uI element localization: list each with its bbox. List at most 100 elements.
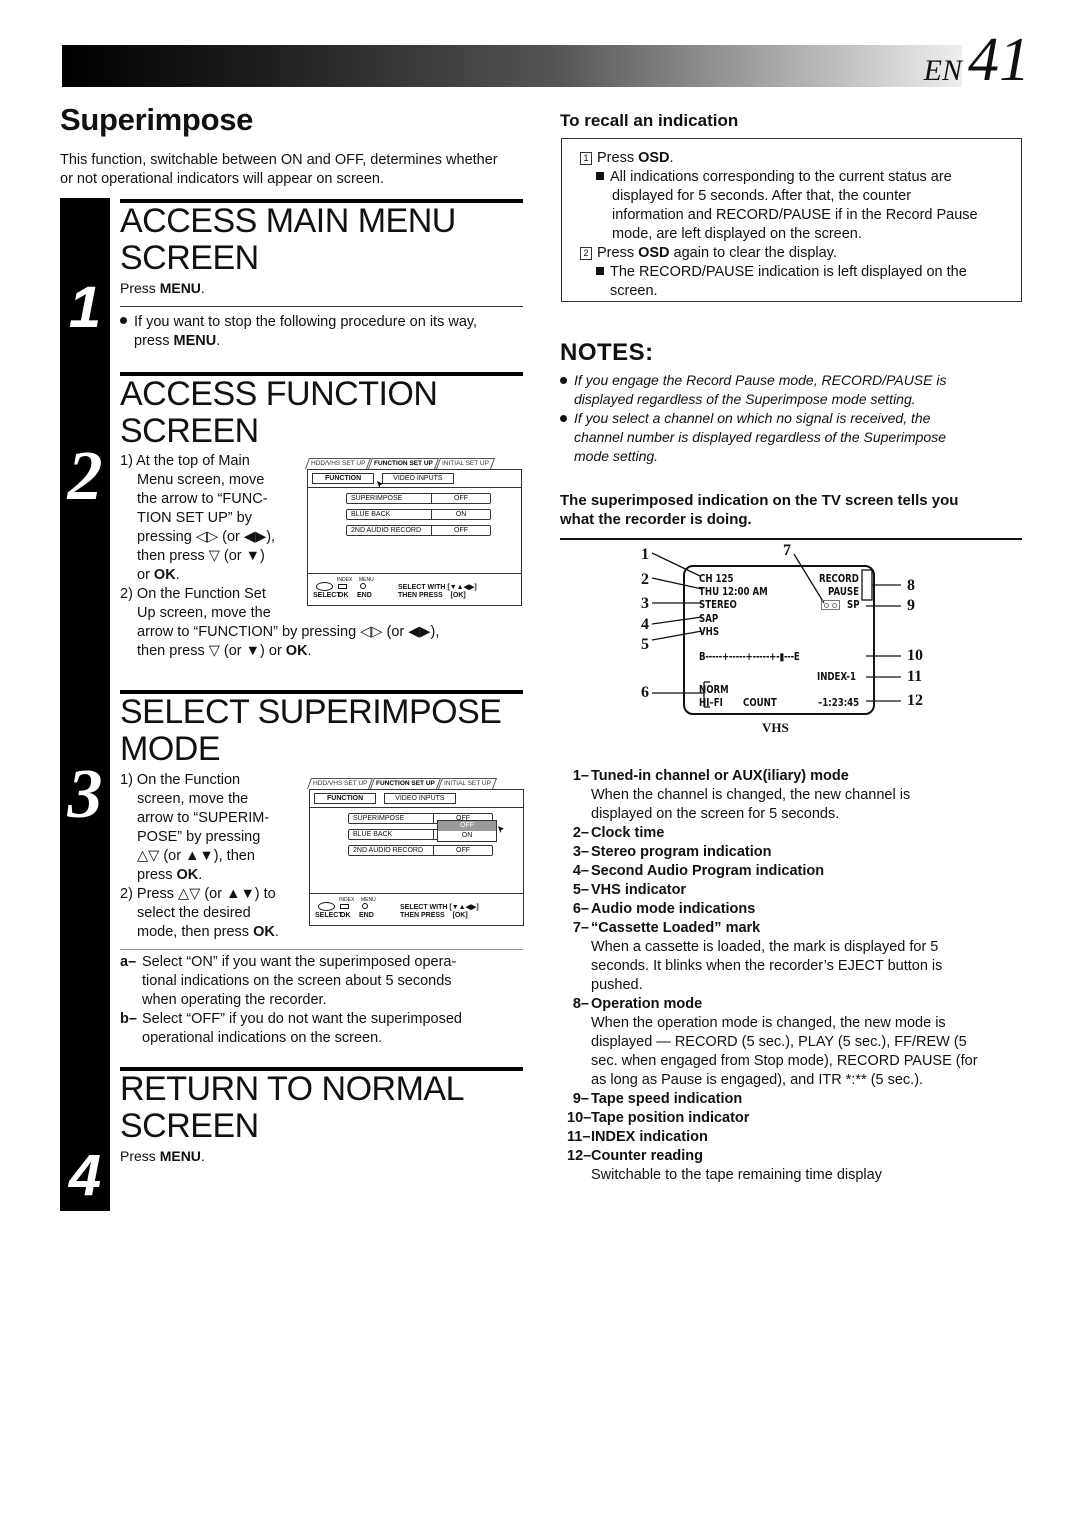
subtab-video-inputs[interactable]: VIDEO INPUTS [384, 793, 456, 804]
legend-item: 4– Second Audio Program indication [567, 862, 1022, 881]
cursor-arrow-icon [498, 826, 504, 833]
square-bullet-icon [596, 267, 604, 275]
tv-audio-hifi: HI–FI [699, 697, 723, 709]
instruction-text: . [200, 280, 205, 296]
step-instruction: Press MENU. [120, 1147, 205, 1166]
menu-row-2nd-audio-record[interactable]: 2ND AUDIO RECORD OFF [346, 525, 491, 536]
option-text: tional indications on the screen about 5… [142, 973, 452, 989]
instruction-text: then press ▽ (or ▼) or [137, 643, 286, 659]
tv-count-label: COUNT [743, 697, 777, 709]
legend-title: Tuned-in channel or AUX(iliary) mode [591, 768, 849, 784]
instruction-text: or [137, 567, 154, 583]
tv-tape-position-bar: B-----+-----+-----+-▮---E [699, 651, 800, 663]
function-setup-menu-screen: HDD/VHS SET UP FUNCTION SET UP INITIAL S… [304, 458, 522, 608]
legend-number: 2– [572, 825, 589, 841]
instruction-line: POSE” by pressing [137, 829, 261, 845]
legend-item: 3– Stereo program indication [567, 843, 1022, 862]
option-a: a– Select “ON” if you want the superimpo… [120, 953, 520, 1010]
callout-7: 7 [783, 542, 791, 559]
key-label: OK [176, 867, 199, 883]
tab-hdd-vhs-setup[interactable]: HDD/VHS SET UP [304, 458, 372, 469]
footer-end: END [359, 912, 374, 919]
legend-number: 7– [572, 920, 589, 936]
tv-vhs: VHS [699, 626, 720, 638]
tv-sap: SAP [699, 613, 719, 625]
menu-row-2nd-audio-record[interactable]: 2ND AUDIO RECORD OFF [348, 845, 493, 856]
superimpose-dropdown[interactable]: OFF ON [437, 820, 497, 842]
legend-description: When the channel is changed, the new cha… [591, 787, 911, 803]
menu-divider [310, 807, 523, 808]
menu-row-blue-back[interactable]: BLUE BACK ON [346, 509, 491, 520]
menu-row-superimpose[interactable]: SUPERIMPOSE OFF [346, 493, 491, 504]
footer-then-press: THEN PRESS [OK] [400, 912, 468, 919]
row-label: BLUE BACK [347, 510, 432, 519]
legend-description: sec. when engaged from Stop mode), RECOR… [591, 1053, 978, 1069]
menu-divider [308, 487, 521, 488]
tab-initial-setup[interactable]: INITIAL SET UP [436, 458, 496, 469]
legend-title: Stereo program indication [591, 844, 772, 860]
note-text: channel number is displayed regardless o… [574, 429, 946, 445]
key-label: OK [253, 924, 275, 940]
legend-description: as long as Pause is engaged), and ITR *:… [591, 1072, 924, 1088]
legend-item: 12– Counter reading Switchable to the tape… [567, 1147, 1022, 1185]
legend-title: Tape speed indication [591, 1091, 743, 1107]
legend-title: “Cassette Loaded” mark [591, 920, 761, 936]
subtab-video-inputs[interactable]: VIDEO INPUTS [382, 473, 454, 484]
step-instruction: Press MENU. [120, 279, 205, 298]
dropdown-option-on[interactable]: ON [438, 831, 496, 841]
dropdown-option-off[interactable]: OFF [438, 821, 496, 831]
legend-item: 8– Operation mode When the operation mode … [567, 995, 1022, 1090]
step-title-line: SCREEN [120, 412, 259, 450]
recall-text: Press [597, 150, 639, 166]
tv-diagram-caption: VHS [762, 720, 789, 735]
instruction-line: 2) Press △▽ (or ▲▼) to [120, 886, 276, 902]
instruction-line: 1) On the Function [120, 772, 241, 788]
key-label: OK [285, 643, 308, 659]
footer-ok: OK [340, 912, 351, 919]
bullet-icon [560, 377, 567, 384]
joystick-icon [318, 902, 335, 911]
row-label: 2ND AUDIO RECORD [349, 846, 434, 855]
note-text: displayed regardless of the Superimpose … [574, 391, 916, 407]
subtab-function[interactable]: FUNCTION [312, 473, 375, 484]
legend-item: 5– VHS indicator [567, 881, 1022, 900]
step-title: ACCESS MAIN MENU SCREEN [120, 203, 456, 277]
legend-number: 12– [567, 1148, 592, 1164]
legend-item: 11– INDEX indication [567, 1128, 1022, 1147]
legend-description: pushed. [591, 977, 643, 993]
legend-number: 8– [572, 996, 589, 1012]
instruction-text: press [137, 867, 177, 883]
header-gradient-bar [62, 45, 962, 87]
tv-stereo: STEREO [699, 599, 737, 611]
legend-item: 6– Audio mode indications [567, 900, 1022, 919]
note-text: displayed for 5 seconds. After that, the… [612, 188, 912, 204]
legend-number: 3– [572, 844, 589, 860]
recall-section-title: To recall an indication [560, 111, 739, 130]
footer-index-label: INDEX [337, 577, 353, 583]
tab-function-setup[interactable]: FUNCTION SET UP [370, 778, 442, 789]
step-subdivider [120, 306, 523, 307]
legend-number: 5– [572, 882, 589, 898]
tv-index: INDEX-1 [817, 671, 856, 683]
step-subdivider [120, 949, 523, 950]
step-note: If you want to stop the following proced… [120, 313, 515, 351]
legend-description: Switchable to the tape remaining time di… [591, 1167, 882, 1183]
menu-tabs: HDD/VHS SET UP FUNCTION SET UP INITIAL S… [306, 778, 498, 789]
bullet-icon [120, 317, 127, 324]
footer-select: SELECT [315, 912, 343, 919]
callout-11: 11 [907, 668, 923, 685]
notes-list: If you engage the Record Pause mode, REC… [560, 371, 1025, 466]
note-paragraph: The RECORD/PAUSE indication is left disp… [596, 263, 1020, 282]
subtab-function[interactable]: FUNCTION [314, 793, 377, 804]
legend-title: Audio mode indications [591, 901, 756, 917]
option-text: Select “ON” if you want the superimposed… [142, 954, 457, 970]
tab-hdd-vhs-setup[interactable]: HDD/VHS SET UP [306, 778, 374, 789]
tab-function-setup[interactable]: FUNCTION SET UP [368, 458, 440, 469]
legend-title: Clock time [591, 825, 665, 841]
legend-number: 9– [572, 1091, 589, 1107]
option-text: operational indications on the screen. [142, 1030, 383, 1046]
tab-initial-setup[interactable]: INITIAL SET UP [438, 778, 498, 789]
instruction-line: select the desired [137, 905, 251, 921]
instruction-text: Press [120, 1148, 160, 1164]
intro-line: what the recorder is doing. [560, 511, 752, 528]
